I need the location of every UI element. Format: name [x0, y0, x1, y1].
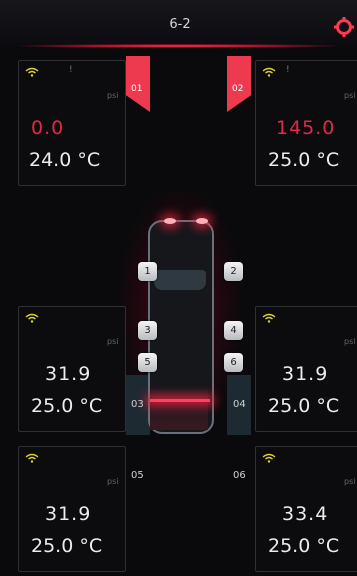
wheel-button-3[interactable]: 3: [138, 321, 157, 340]
headlight-left: [164, 218, 176, 224]
tire-02-tab: 02: [227, 56, 251, 112]
wheel-button-2[interactable]: 2: [224, 262, 243, 281]
tire-04-label: 04: [233, 399, 246, 410]
pressure-unit: psi: [344, 477, 356, 486]
pressure-unit: psi: [107, 91, 119, 100]
pressure-value: 145.0: [276, 117, 336, 139]
temperature-value: 25.0 °C: [31, 395, 103, 417]
tire-06-label: 06: [233, 470, 246, 481]
signal-icon: [262, 453, 276, 463]
tire-03-label: 03: [131, 399, 144, 410]
pressure-value: 0.0: [31, 117, 65, 139]
tire-card-06[interactable]: psi 33.4 25.0 °C: [255, 446, 357, 572]
pressure-value: 31.9: [282, 363, 329, 385]
pressure-unit: psi: [344, 91, 356, 100]
pressure-unit: psi: [107, 337, 119, 346]
car-rear: [150, 390, 208, 430]
temperature-value: 25.0 °C: [268, 395, 340, 417]
signal-icon: [262, 67, 276, 77]
temperature-value: 24.0 °C: [29, 149, 101, 171]
page-title: 6-2: [169, 17, 191, 32]
tire-card-03[interactable]: psi 31.9 25.0 °C: [18, 306, 126, 432]
pressure-unit: psi: [107, 477, 119, 486]
temperature-value: 25.0 °C: [268, 535, 340, 557]
wheel-button-4[interactable]: 4: [224, 321, 243, 340]
tire-card-02[interactable]: ! psi 145.0 25.0 °C: [255, 60, 357, 186]
taillight-bar: [150, 399, 210, 402]
temperature-value: 25.0 °C: [31, 535, 103, 557]
temperature-value: 25.0 °C: [268, 149, 340, 171]
pressure-value: 31.9: [45, 363, 92, 385]
tire-05-label: 05: [131, 470, 144, 481]
wheel-button-1[interactable]: 1: [138, 262, 157, 281]
tire-card-04[interactable]: psi 31.9 25.0 °C: [255, 306, 357, 432]
tire-02-tab-label: 02: [232, 84, 244, 94]
headlight-right: [196, 218, 208, 224]
tire-01-tab-label: 01: [131, 84, 143, 94]
tire-card-01[interactable]: ! psi 0.0 24.0 °C: [18, 60, 126, 186]
gear-icon[interactable]: [334, 17, 354, 37]
wheel-button-6[interactable]: 6: [224, 353, 243, 372]
signal-icon: [25, 313, 39, 323]
pressure-unit: psi: [344, 337, 356, 346]
tire-01-tab: 01: [126, 56, 150, 112]
tire-card-05[interactable]: psi 31.9 25.0 °C: [18, 446, 126, 572]
alert-icon: !: [69, 65, 73, 75]
pressure-value: 33.4: [282, 503, 329, 525]
alert-icon: !: [286, 65, 290, 75]
header-glow: [20, 44, 337, 48]
wheel-button-5[interactable]: 5: [138, 353, 157, 372]
signal-icon: [25, 453, 39, 463]
signal-icon: [25, 67, 39, 77]
pressure-value: 31.9: [45, 503, 92, 525]
signal-icon: [262, 313, 276, 323]
car-windshield: [154, 270, 206, 290]
